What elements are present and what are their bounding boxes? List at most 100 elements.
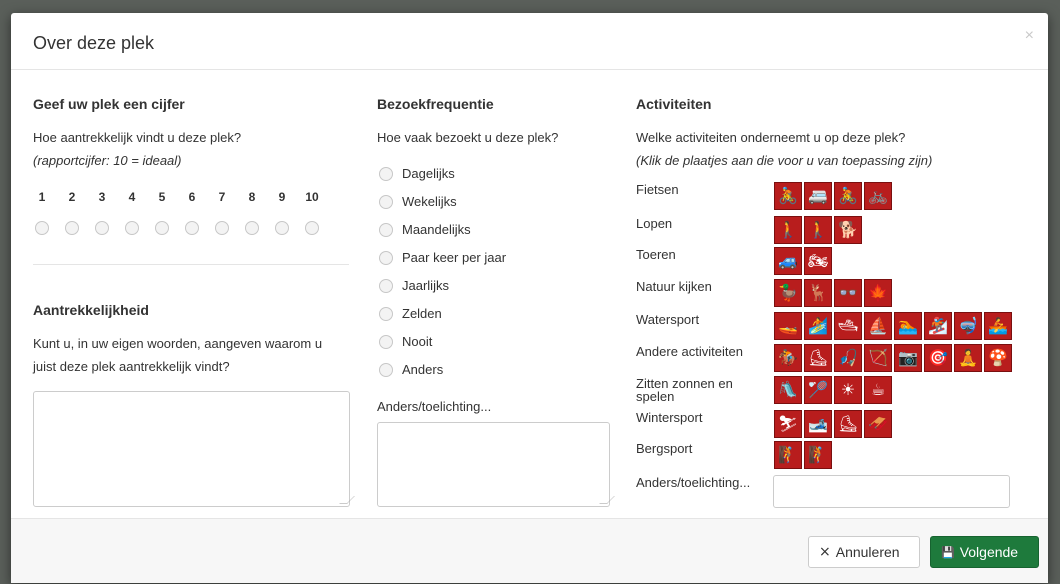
activity-icon[interactable]: 🏹 (864, 344, 892, 372)
next-button[interactable]: 💾 Volgende (930, 536, 1039, 568)
frequency-radio[interactable] (379, 251, 393, 265)
rating-hint: (rapportcijfer: 10 = ideaal) (33, 153, 182, 168)
resize-grip-icon[interactable] (599, 496, 615, 504)
activity-icon[interactable]: 🧗 (774, 441, 802, 469)
activity-group-label: Andere activiteiten (636, 344, 743, 359)
activity-icon[interactable]: 🍄 (984, 344, 1012, 372)
rating-heading: Geef uw plek een cijfer (33, 96, 185, 112)
activity-group-label: Zitten zonnen en spelen (636, 376, 733, 404)
attractiveness-question-line1: Kunt u, in uw eigen woorden, aangeven wa… (33, 336, 323, 351)
activity-icon-row: 🚶 🚶 🐕 (774, 216, 862, 244)
frequency-radio[interactable] (379, 307, 393, 321)
activities-other-input[interactable] (773, 475, 1010, 508)
rating-question: Hoe aantrekkelijk vindt u deze plek? (33, 130, 242, 145)
activity-icon[interactable]: 🎿 (804, 410, 832, 438)
activity-icon[interactable]: 🦌 (804, 279, 832, 307)
modal-footer: × Annuleren 💾 Volgende (11, 518, 1048, 583)
activities-heading: Activiteiten (636, 96, 712, 112)
close-icon: × (819, 544, 831, 560)
frequency-radio[interactable] (379, 335, 393, 349)
rating-number: 1 (38, 190, 46, 204)
rating-radio[interactable] (275, 221, 289, 235)
frequency-option-label: Maandelijks (402, 222, 471, 237)
frequency-option-label: Zelden (402, 306, 442, 321)
activity-icon[interactable]: 🚲 (864, 182, 892, 210)
frequency-radio[interactable] (379, 279, 393, 293)
attractiveness-textarea[interactable] (33, 391, 355, 507)
rating-number: 10 (305, 190, 319, 204)
activity-group-label: Watersport (636, 312, 700, 327)
activity-icon-row: 🧗 🧗 (774, 441, 832, 469)
activity-icon[interactable]: 🛷 (864, 410, 892, 438)
activity-icon[interactable]: 🛥 (834, 312, 862, 340)
activity-icon[interactable]: ☀ (834, 376, 862, 404)
activity-icon[interactable]: 🧘 (954, 344, 982, 372)
rating-number: 9 (278, 190, 286, 204)
rating-number: 2 (68, 190, 76, 204)
activity-icon[interactable]: 🏸 (804, 376, 832, 404)
activity-icon[interactable]: 🏂 (924, 312, 952, 340)
frequency-radio[interactable] (379, 363, 393, 377)
activity-icon[interactable]: 🎣 (834, 344, 862, 372)
activity-icon[interactable]: 👓 (834, 279, 862, 307)
activity-icon[interactable]: 🚶 (774, 216, 802, 244)
activity-icon-row: 🛝 🏸 ☀ ☕ (774, 376, 892, 404)
activity-icon[interactable]: 🐕 (834, 216, 862, 244)
activity-icon[interactable]: 🚤 (774, 312, 802, 340)
activity-icon[interactable]: 🚣 (984, 312, 1012, 340)
frequency-option-label: Anders (402, 362, 444, 377)
activity-icon[interactable]: 📷 (894, 344, 922, 372)
rating-radio[interactable] (245, 221, 259, 235)
activity-icon[interactable]: ⛷ (774, 410, 802, 438)
activity-group-label: Bergsport (636, 441, 693, 456)
frequency-heading: Bezoekfrequentie (377, 96, 494, 112)
rating-radio[interactable] (215, 221, 229, 235)
cancel-button[interactable]: × Annuleren (808, 536, 920, 568)
activity-icon[interactable]: 🍁 (864, 279, 892, 307)
activity-group-label: Wintersport (636, 410, 703, 425)
activity-icon-row: 🦆 🦌 👓 🍁 (774, 279, 892, 307)
activity-icon[interactable]: 🦆 (774, 279, 802, 307)
frequency-radio[interactable] (379, 223, 393, 237)
rating-radio[interactable] (125, 221, 139, 235)
activity-icon[interactable]: ⛸ (834, 410, 862, 438)
activity-icon[interactable]: 🚴 (834, 182, 862, 210)
activity-icon[interactable]: 🏍 (804, 247, 832, 275)
rating-number: 7 (218, 190, 226, 204)
frequency-option-label: Wekelijks (402, 194, 457, 209)
rating-radio[interactable] (95, 221, 109, 235)
rating-number: 4 (128, 190, 136, 204)
activity-icon[interactable]: 🏄 (804, 312, 832, 340)
frequency-radio[interactable] (379, 195, 393, 209)
frequency-radio[interactable] (379, 167, 393, 181)
activity-icon[interactable]: 🧗 (804, 441, 832, 469)
frequency-other-textarea[interactable] (377, 422, 615, 507)
save-icon: 💾 (941, 545, 955, 559)
rating-radio[interactable] (65, 221, 79, 235)
section-divider (33, 264, 349, 265)
rating-number: 6 (188, 190, 196, 204)
activity-icon[interactable]: 🤿 (954, 312, 982, 340)
activity-icon[interactable]: 🚙 (774, 247, 802, 275)
activity-icon[interactable]: 🚶 (804, 216, 832, 244)
rating-radio[interactable] (185, 221, 199, 235)
activity-icon[interactable]: 🚐 (804, 182, 832, 210)
frequency-option-label: Nooit (402, 334, 433, 349)
resize-grip-icon[interactable] (339, 496, 355, 504)
activity-icon[interactable]: 🚴 (774, 182, 802, 210)
activity-icon[interactable]: 🎯 (924, 344, 952, 372)
activity-group-label: Fietsen (636, 182, 679, 197)
activity-icon[interactable]: 🛝 (774, 376, 802, 404)
frequency-other-label: Anders/toelichting... (377, 399, 492, 414)
activity-icon-row: 🚙 🏍 (774, 247, 832, 275)
activity-icon-row: 🚴 🚐 🚴 🚲 (774, 182, 892, 210)
activity-icon[interactable]: 🏇 (774, 344, 802, 372)
rating-radio[interactable] (155, 221, 169, 235)
activity-icon[interactable]: ⛵ (864, 312, 892, 340)
activity-icon[interactable]: ☕ (864, 376, 892, 404)
activity-icon[interactable]: 🏊 (894, 312, 922, 340)
rating-radio[interactable] (35, 221, 49, 235)
activity-icon[interactable]: ⛸ (804, 344, 832, 372)
rating-radio[interactable] (305, 221, 319, 235)
close-icon[interactable]: × (1025, 27, 1034, 45)
